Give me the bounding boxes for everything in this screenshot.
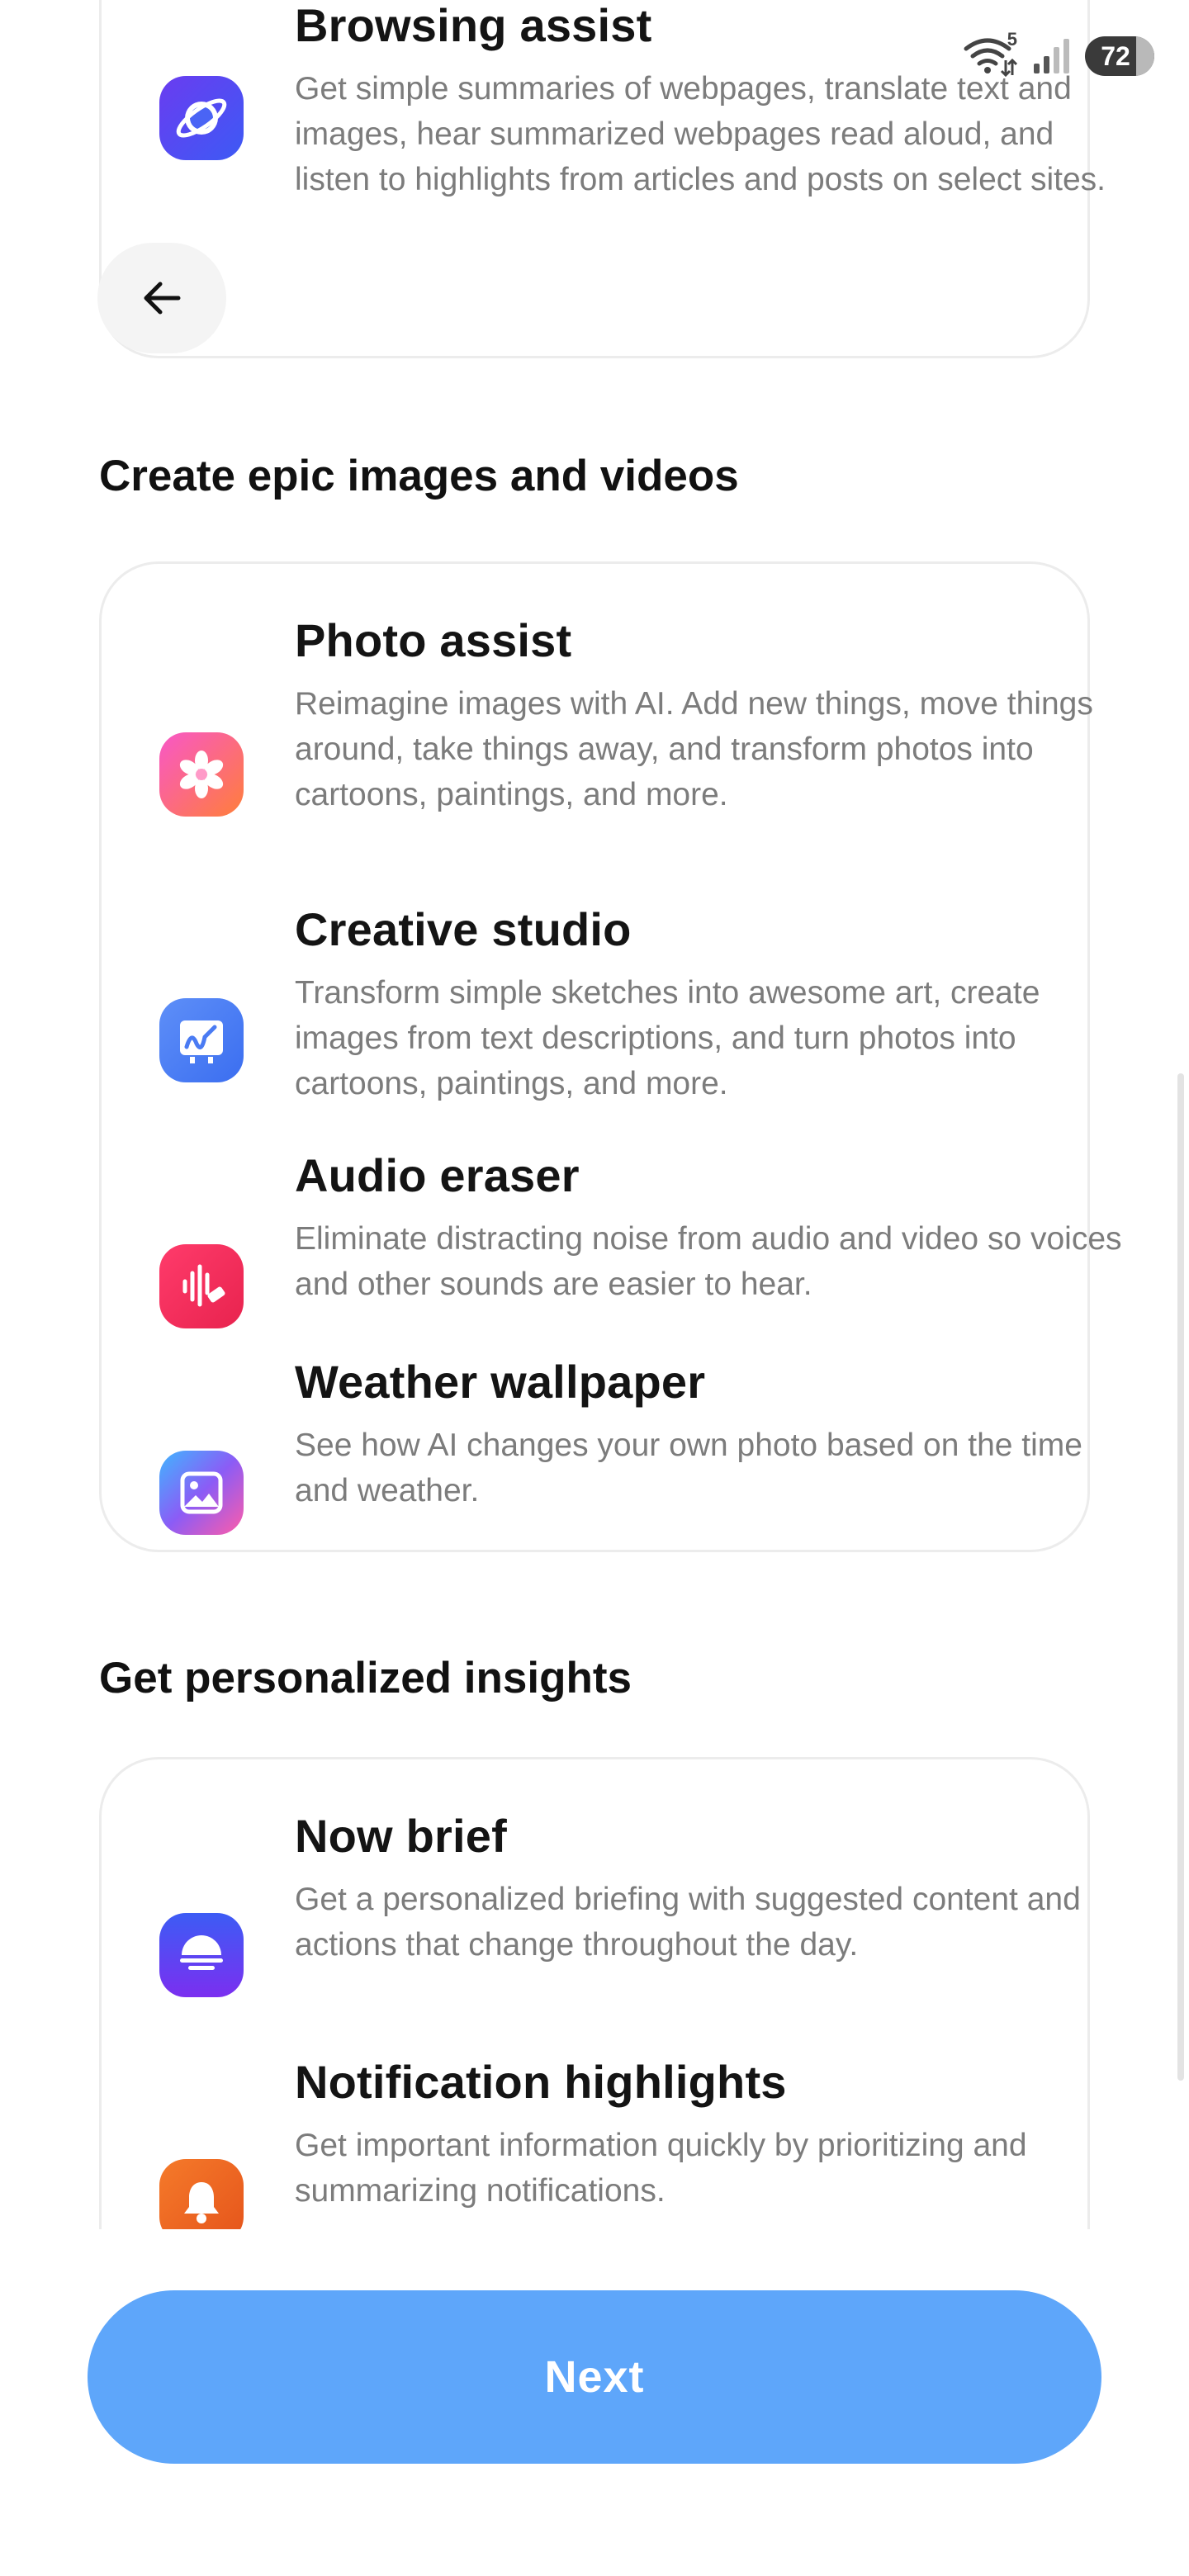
feature-title: Now brief bbox=[295, 1810, 507, 1862]
signal-icon bbox=[1032, 37, 1070, 75]
arrow-left-icon bbox=[144, 282, 181, 315]
audio-eraser-icon bbox=[159, 1244, 244, 1328]
status-bar: 5 72 bbox=[963, 29, 1154, 81]
browsing-card: Browsing assist Get simple summaries of … bbox=[99, 0, 1106, 358]
feature-title: Weather wallpaper bbox=[295, 1356, 706, 1408]
feature-title: Photo assist bbox=[295, 614, 572, 666]
next-button[interactable]: Next bbox=[88, 2290, 1101, 2464]
creative-studio-icon bbox=[159, 998, 244, 1082]
section-heading-insights: Get personalized insights bbox=[99, 1654, 632, 1702]
create-card: Photo assist Reimagine images with AI. A… bbox=[99, 561, 1122, 1552]
feature-description: Transform simple sketches into awesome a… bbox=[295, 975, 1040, 1101]
wifi-icon: 5 bbox=[963, 29, 1017, 77]
wifi-badge: 5 bbox=[1007, 29, 1017, 50]
feature-title: Notification highlights bbox=[295, 2056, 787, 2108]
feature-description: Get a personalized briefing with suggest… bbox=[295, 1882, 1081, 1963]
battery-indicator: 72 bbox=[1085, 36, 1154, 76]
feature-title: Audio eraser bbox=[295, 1149, 580, 1201]
feature-description: Eliminate distracting noise from audio a… bbox=[295, 1221, 1122, 1302]
feature-title: Browsing assist bbox=[295, 0, 652, 51]
battery-level: 72 bbox=[1101, 40, 1130, 71]
weather-wallpaper-icon bbox=[159, 1451, 244, 1535]
insights-card: Now brief Get a personalized briefing wi… bbox=[99, 1757, 1090, 2269]
feature-title: Creative studio bbox=[295, 903, 632, 955]
section-heading-create: Create epic images and videos bbox=[99, 452, 739, 500]
feature-description: Get simple summaries of webpages, transl… bbox=[295, 71, 1106, 197]
internet-browser-icon bbox=[159, 76, 244, 160]
ai-features-page: 5 72 Browsing assist Get simple summarie… bbox=[0, 0, 1189, 2576]
feature-description: Get important information quickly by pri… bbox=[295, 2128, 1027, 2209]
back-button[interactable] bbox=[97, 243, 226, 353]
now-brief-icon bbox=[159, 1913, 244, 1997]
photo-gallery-icon bbox=[159, 732, 244, 817]
feature-description: Reimagine images with AI. Add new things… bbox=[295, 686, 1093, 812]
feature-description: See how AI changes your own photo based … bbox=[295, 1428, 1082, 1508]
scrollbar-thumb[interactable] bbox=[1177, 1073, 1184, 2081]
